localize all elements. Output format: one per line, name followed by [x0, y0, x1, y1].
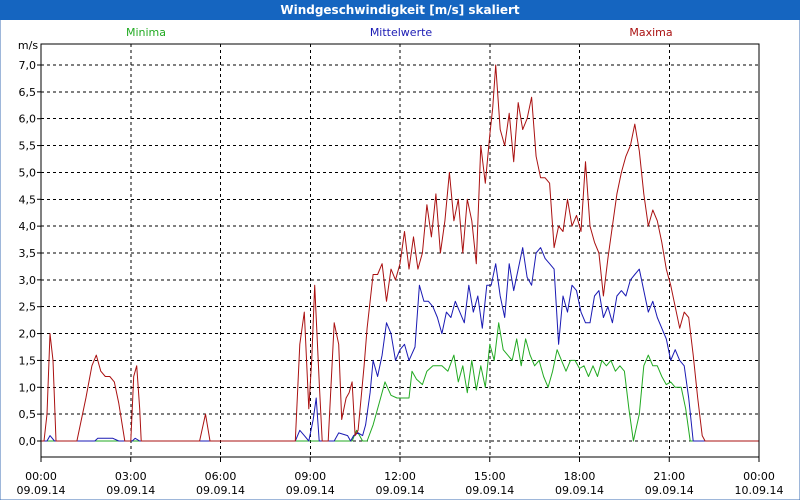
x-tick-time: 12:00 — [384, 470, 416, 483]
x-tick-date: 09.09.14 — [106, 484, 155, 497]
y-tick-label: 1,0 — [19, 381, 37, 394]
y-tick-label: 3,5 — [19, 247, 37, 260]
chart-title: Windgeschwindigkeit [m/s] skaliert — [280, 3, 520, 17]
y-tick-label: 2,0 — [19, 328, 37, 341]
y-tick-label: 6,0 — [19, 113, 37, 126]
x-tick-time: 09:00 — [294, 470, 326, 483]
x-tick-time: 15:00 — [474, 470, 506, 483]
y-tick-label: 3,0 — [19, 274, 37, 287]
y-tick-label: 7,0 — [19, 59, 37, 72]
x-tick-date: 09.09.14 — [645, 484, 694, 497]
x-tick-date: 09.09.14 — [376, 484, 425, 497]
chart-window: Windgeschwindigkeit [m/s] skaliert m/s M… — [0, 0, 800, 501]
x-tick-date: 09.09.14 — [17, 484, 66, 497]
y-tick-label: 1,5 — [19, 354, 37, 367]
y-tick-label: 6,5 — [19, 86, 37, 99]
legend-minima: Minima — [126, 26, 166, 39]
legend-mittelwerte: Mittelwerte — [370, 26, 433, 39]
x-tick-time: 03:00 — [115, 470, 147, 483]
x-tick-time: 00:00 — [25, 470, 57, 483]
y-tick-label: 5,5 — [19, 140, 37, 153]
x-tick-date: 09.09.14 — [196, 484, 245, 497]
x-tick-date: 09.09.14 — [465, 484, 514, 497]
y-tick-label: 0,0 — [19, 435, 37, 448]
wind-speed-chart: Windgeschwindigkeit [m/s] skaliert m/s M… — [0, 0, 800, 501]
y-axis-label: m/s — [18, 39, 38, 52]
x-tick-time: 21:00 — [653, 470, 685, 483]
x-tick-time: 00:00 — [743, 470, 775, 483]
y-tick-label: 5,0 — [19, 166, 37, 179]
y-tick-label: 2,5 — [19, 301, 37, 314]
y-tick-label: 0,5 — [19, 408, 37, 421]
x-tick-date: 10.09.14 — [735, 484, 784, 497]
x-tick-time: 18:00 — [564, 470, 596, 483]
x-tick-date: 09.09.14 — [555, 484, 604, 497]
x-tick-time: 06:00 — [205, 470, 237, 483]
y-tick-label: 4,5 — [19, 193, 37, 206]
x-tick-date: 09.09.14 — [286, 484, 335, 497]
y-tick-label: 4,0 — [19, 220, 37, 233]
legend-maxima: Maxima — [629, 26, 672, 39]
